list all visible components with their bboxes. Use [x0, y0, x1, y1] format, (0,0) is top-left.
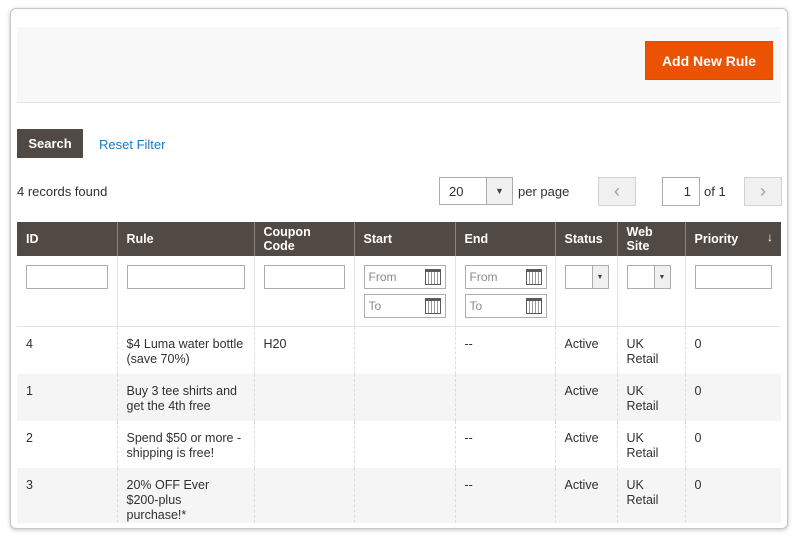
cell-end: -- — [455, 326, 556, 374]
cell-end: -- — [455, 467, 556, 523]
cell-id: 4 — [17, 326, 118, 374]
filter-id-input[interactable] — [26, 265, 108, 289]
page-number-input[interactable] — [662, 177, 700, 206]
cell-rule: Spend $50 or more - shipping is free! — [117, 420, 255, 468]
previous-page-button[interactable]: ‹ — [598, 177, 636, 206]
cell-status: Active — [555, 326, 618, 374]
per-page-value: 20 — [449, 184, 464, 199]
chevron-down-icon: ▼ — [486, 178, 512, 204]
calendar-icon[interactable] — [525, 298, 542, 314]
cell-start — [354, 373, 456, 421]
filter-start-from-input[interactable]: From — [363, 265, 446, 289]
filter-priority-input[interactable] — [694, 265, 772, 289]
cell-start — [354, 420, 456, 468]
cell-web-site: UK Retail — [617, 420, 686, 468]
cell-web-site: UK Retail — [617, 373, 686, 421]
table-row[interactable]: 3 20% OFF Ever $200-plus purchase!* -- A… — [17, 467, 781, 523]
filter-end-from-input[interactable]: From — [464, 265, 547, 289]
cell-priority: 0 — [685, 467, 781, 523]
filter-web-site-select[interactable]: ▼ — [626, 265, 671, 289]
date-placeholder: To — [368, 299, 382, 313]
grid-header-row: ID Rule Coupon Code Start End Status Web… — [17, 222, 781, 256]
cell-start — [354, 467, 456, 523]
filter-coupon-code-input[interactable] — [263, 265, 345, 289]
cell-id: 3 — [17, 467, 118, 523]
chevron-right-icon: › — [760, 181, 766, 201]
cell-priority: 0 — [694, 337, 702, 351]
per-page-label: per page — [518, 184, 570, 199]
table-row[interactable]: 1 Buy 3 tee shirts and get the 4th free … — [17, 373, 781, 421]
cart-price-rules-grid: ID Rule Coupon Code Start End Status Web… — [17, 222, 781, 523]
date-placeholder: From — [469, 270, 498, 284]
cell-web-site: UK Retail — [617, 467, 686, 523]
page-actions-bar: Add New Rule — [17, 27, 781, 103]
page-total-label: of 1 — [704, 184, 726, 199]
column-header-start[interactable]: Start — [354, 222, 456, 256]
cell-end: -- — [455, 420, 556, 468]
calendar-icon[interactable] — [424, 269, 441, 285]
column-header-priority-label: Priority — [694, 232, 739, 246]
column-header-web-site[interactable]: Web Site — [617, 222, 686, 256]
cell-rule: 20% OFF Ever $200-plus purchase!* — [117, 467, 255, 523]
cell-rule: Buy 3 tee shirts and get the 4th free — [117, 373, 255, 421]
column-header-rule[interactable]: Rule — [117, 222, 255, 256]
cell-coupon-code — [254, 467, 355, 523]
calendar-icon[interactable] — [525, 269, 542, 285]
cell-status: Active — [555, 420, 618, 468]
column-header-id[interactable]: ID — [17, 222, 118, 256]
calendar-icon[interactable] — [424, 298, 441, 314]
date-placeholder: To — [469, 299, 483, 313]
chevron-down-icon: ▼ — [591, 266, 608, 288]
cell-priority: 0 — [685, 373, 781, 421]
cell-status: Active — [555, 467, 618, 523]
sort-arrow-icon[interactable]: ↓ — [767, 230, 773, 244]
filter-rule-input[interactable] — [126, 265, 245, 289]
filter-start-to-input[interactable]: To — [363, 294, 446, 318]
cell-coupon-code — [254, 373, 355, 421]
cell-rule: $4 Luma water bottle (save 70%) — [117, 326, 255, 374]
chevron-left-icon: ‹ — [614, 181, 620, 201]
cell-coupon-code: H20 — [254, 326, 355, 374]
search-button[interactable]: Search — [17, 129, 83, 158]
per-page-select[interactable]: 20 ▼ — [439, 177, 513, 205]
cell-start — [354, 326, 456, 374]
reset-filter-link[interactable]: Reset Filter — [99, 137, 165, 152]
cell-id: 2 — [17, 420, 118, 468]
filter-status-select[interactable]: ▼ — [564, 265, 609, 289]
cell-priority: 0 — [694, 430, 702, 445]
records-count: 4 records found — [17, 184, 108, 199]
cell-web-site: UK Retail — [617, 326, 686, 374]
filter-end-to-input[interactable]: To — [464, 294, 547, 318]
filter-row: From To From To ▼ ▼ — [17, 256, 781, 327]
column-header-status[interactable]: Status — [555, 222, 618, 256]
next-page-button[interactable]: › — [744, 177, 782, 206]
chevron-down-icon: ▼ — [653, 266, 670, 288]
cell-coupon-code — [254, 420, 355, 468]
column-header-end[interactable]: End — [455, 222, 556, 256]
cell-end — [455, 373, 556, 421]
table-row[interactable]: 4 $4 Luma water bottle (save 70%) H20 --… — [17, 326, 781, 374]
column-header-coupon-code[interactable]: Coupon Code — [254, 222, 355, 256]
admin-panel: Add New Rule Search Reset Filter 4 recor… — [10, 8, 788, 529]
column-header-priority[interactable]: Priority ↓ — [685, 222, 781, 256]
date-placeholder: From — [368, 270, 397, 284]
cell-status: Active — [555, 373, 618, 421]
cell-id: 1 — [17, 373, 118, 421]
add-new-rule-button[interactable]: Add New Rule — [645, 41, 773, 80]
table-row[interactable]: 2 Spend $50 or more - shipping is free! … — [17, 420, 781, 468]
